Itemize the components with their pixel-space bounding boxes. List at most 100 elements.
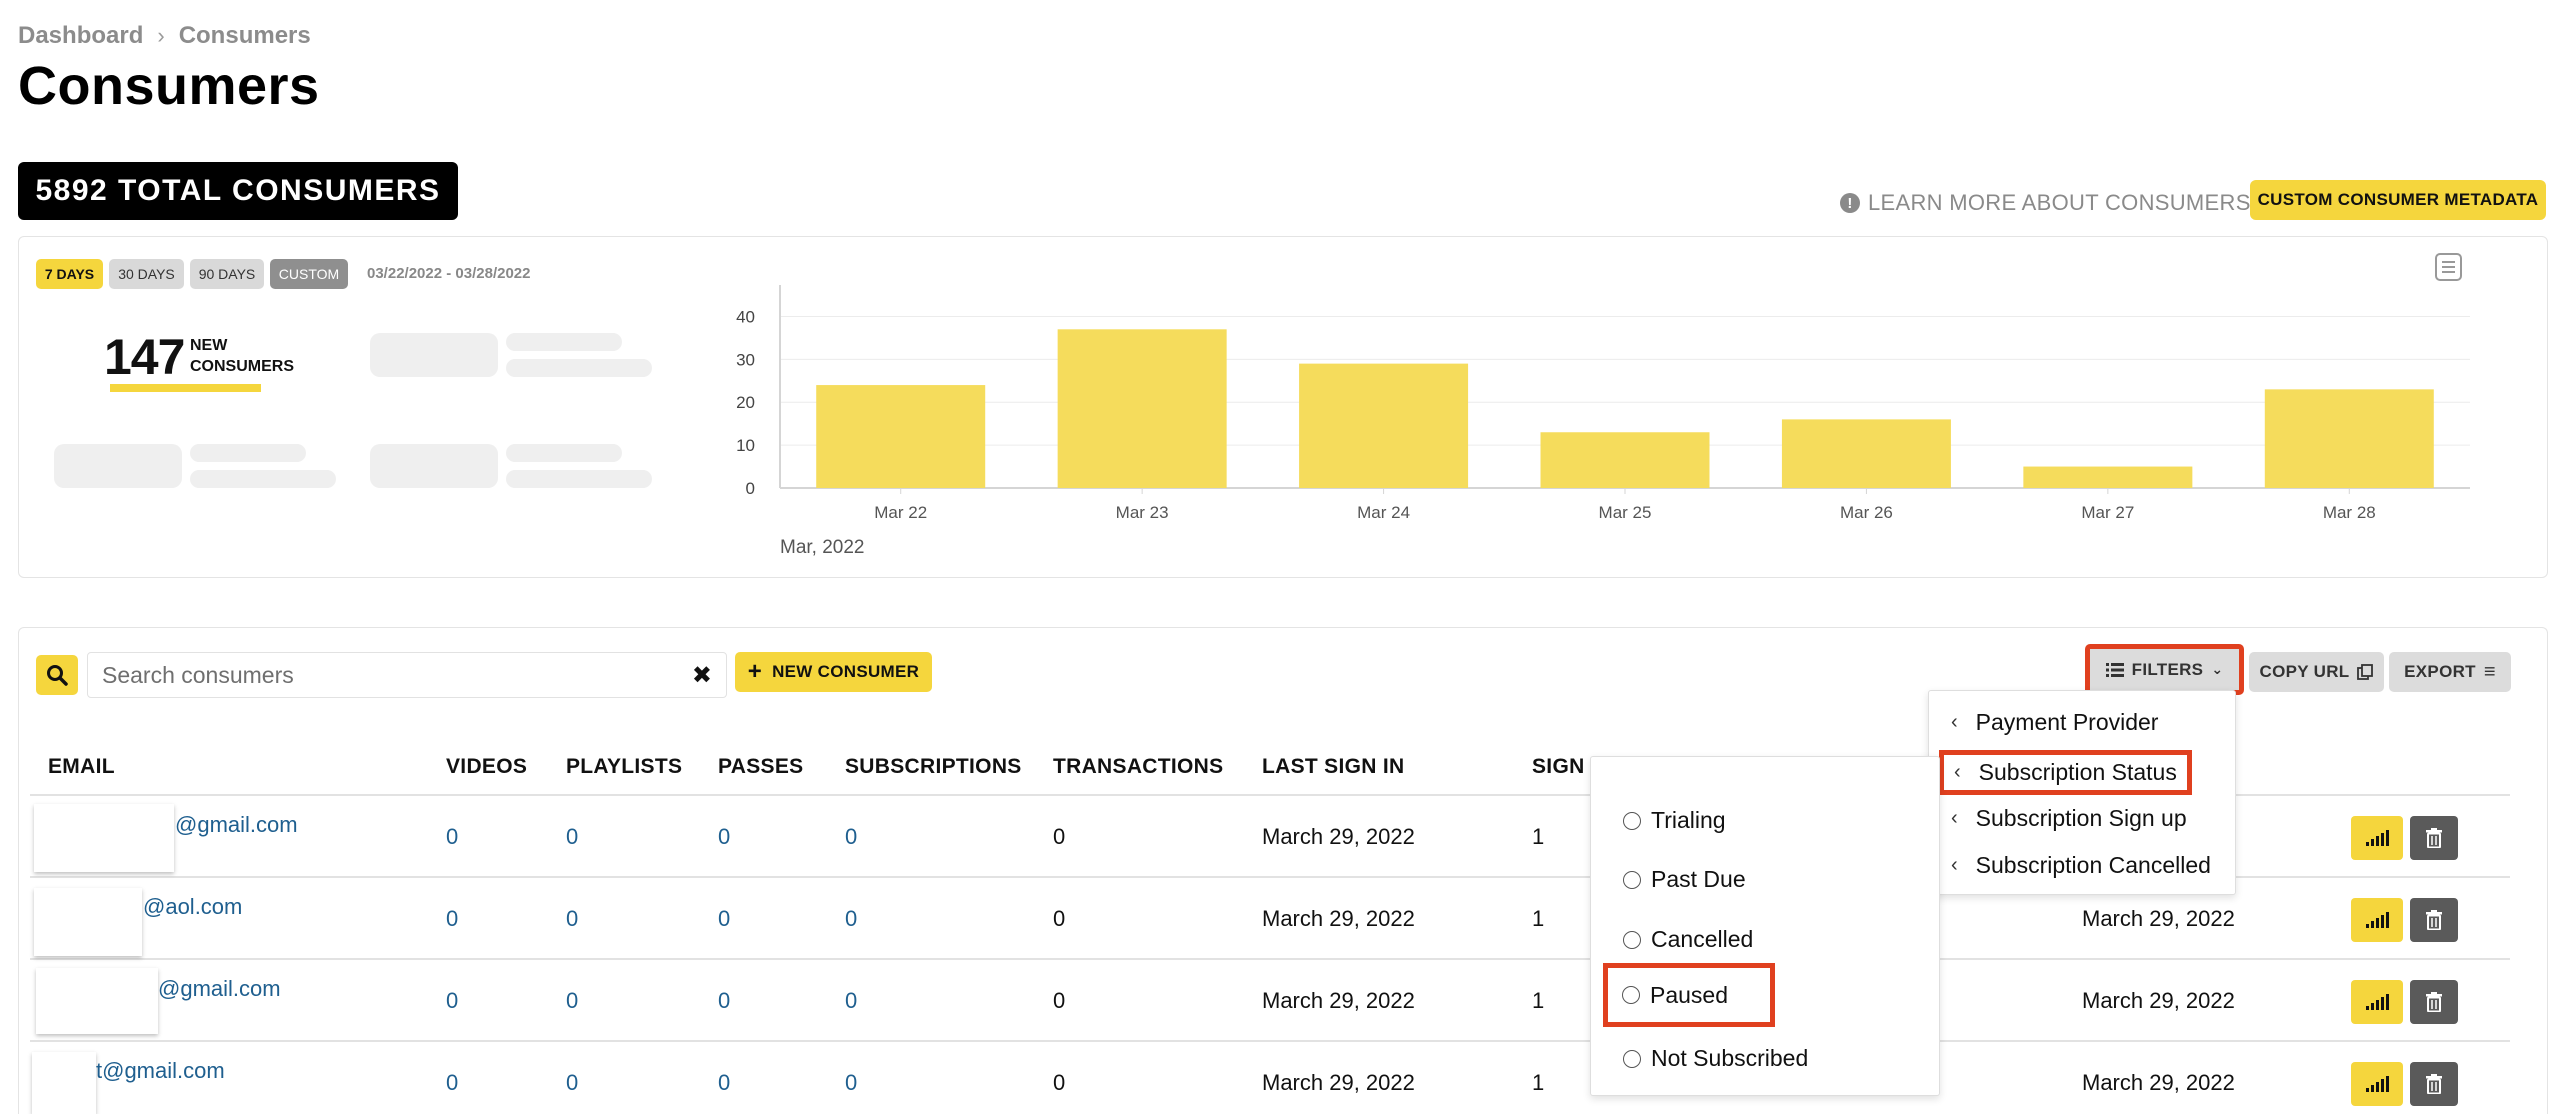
email-link[interactable]: @gmail.com — [158, 976, 281, 1002]
created-date: March 29, 2022 — [2082, 988, 2235, 1013]
analytics-button[interactable] — [2351, 898, 2403, 942]
range-90-days-button[interactable]: 90 DAYS — [190, 259, 264, 289]
status-option-label: Paused — [1650, 981, 1729, 1008]
column-header-last-sign-in[interactable]: LAST SIGN IN — [1262, 755, 1404, 779]
trash-icon — [2426, 828, 2442, 848]
last-sign-in: March 29, 2022 — [1262, 824, 1415, 849]
search-input[interactable] — [102, 661, 692, 689]
filter-subscription-status[interactable]: ‹ Subscription Status — [1939, 750, 2192, 795]
signal-icon — [2366, 1076, 2389, 1092]
subscriptions-count[interactable]: 0 — [845, 824, 857, 850]
filters-button[interactable]: FILTERS ⌄ — [2085, 644, 2244, 695]
bar — [1540, 432, 1710, 488]
delete-button[interactable] — [2410, 980, 2458, 1024]
trash-icon — [2426, 910, 2442, 930]
learn-more-link[interactable]: ! LEARN MORE ABOUT CONSUMERS — [1840, 190, 2251, 216]
radio-button[interactable] — [1622, 986, 1640, 1004]
filter-payment-provider[interactable]: ‹ Payment Provider — [1951, 709, 2158, 736]
x-tick-label: Mar 24 — [1357, 503, 1410, 522]
subscriptions-count[interactable]: 0 — [845, 988, 857, 1014]
passes-count[interactable]: 0 — [718, 988, 730, 1014]
filter-item-label: Subscription Status — [1978, 759, 2177, 785]
delete-button[interactable] — [2410, 898, 2458, 942]
bar — [1299, 363, 1469, 488]
filter-item-label: Subscription Sign up — [1975, 805, 2187, 831]
passes-count[interactable]: 0 — [718, 824, 730, 850]
delete-button[interactable] — [2410, 816, 2458, 860]
chart-menu-icon[interactable] — [2435, 253, 2462, 281]
email-link[interactable]: t@gmail.com — [96, 1058, 225, 1084]
new-consumer-button[interactable]: + NEW CONSUMER — [735, 652, 932, 692]
range-custom-button[interactable]: CUSTOM — [270, 259, 348, 289]
chart-svg: 0 10 20 30 40 Mar 22 Mar 23 Mar 24 Mar 25 Mar 26 M… — [736, 285, 2470, 558]
column-header-subscriptions[interactable]: SUBSCRIPTIONS — [845, 755, 1022, 779]
skeleton-block — [370, 333, 498, 377]
column-header-transactions[interactable]: TRANSACTIONS — [1053, 755, 1223, 779]
passes-count[interactable]: 0 — [718, 906, 730, 932]
status-option-trialing[interactable]: Trialing — [1623, 807, 1726, 834]
sign-count: 1 — [1532, 1070, 1545, 1095]
analytics-button[interactable] — [2351, 980, 2403, 1024]
playlists-count[interactable]: 0 — [566, 824, 578, 850]
status-option-paused[interactable]: Paused — [1603, 963, 1775, 1027]
skeleton-line — [506, 470, 652, 488]
column-header-email[interactable]: EMAIL — [48, 755, 115, 779]
playlists-count[interactable]: 0 — [566, 988, 578, 1014]
radio-button[interactable] — [1623, 811, 1641, 830]
copy-url-button[interactable]: COPY URL — [2249, 652, 2384, 692]
new-label-line1: NEW — [190, 337, 228, 354]
skeleton-block — [370, 444, 498, 488]
signal-icon — [2366, 830, 2389, 846]
playlists-count[interactable]: 0 — [566, 1070, 578, 1096]
videos-count[interactable]: 0 — [446, 906, 458, 932]
filter-subscription-cancelled[interactable]: ‹ Subscription Cancelled — [1951, 852, 2211, 879]
new-consumers-chart: 0 10 20 30 40 Mar 22 Mar 23 Mar 24 Mar 25 Mar 26 M… — [700, 285, 2480, 565]
range-30-days-button[interactable]: 30 DAYS — [109, 259, 184, 289]
radio-button[interactable] — [1623, 1049, 1641, 1068]
column-header-passes[interactable]: PASSES — [718, 755, 803, 779]
hamburger-icon: ≡ — [2483, 660, 2496, 683]
table-row[interactable]: @gmail.com 0 0 0 0 0 March 29, 2022 1 Ma… — [0, 960, 2566, 1040]
chevron-left-icon: ‹ — [1954, 761, 1961, 783]
x-tick-label: Mar 22 — [874, 503, 927, 522]
radio-button[interactable] — [1623, 930, 1641, 949]
export-button[interactable]: EXPORT ≡ — [2389, 652, 2511, 692]
transactions-count: 0 — [1053, 1070, 1066, 1095]
status-option-past-due[interactable]: Past Due — [1623, 866, 1746, 893]
delete-button[interactable] — [2410, 1062, 2458, 1106]
videos-count[interactable]: 0 — [446, 988, 458, 1014]
breadcrumb-dashboard[interactable]: Dashboard — [18, 22, 143, 50]
column-header-playlists[interactable]: PLAYLISTS — [566, 755, 682, 779]
clear-search-icon[interactable]: ✖ — [692, 661, 712, 690]
filter-subscription-sign-up[interactable]: ‹ Subscription Sign up — [1951, 805, 2187, 832]
chevron-left-icon: ‹ — [1951, 711, 1958, 733]
x-tick-label: Mar 25 — [1599, 503, 1652, 522]
subscription-status-menu: Trialing Past Due Cancelled Paused Not S… — [1590, 756, 1940, 1096]
videos-count[interactable]: 0 — [446, 824, 458, 850]
transactions-count: 0 — [1053, 824, 1066, 849]
email-link[interactable]: @aol.com — [143, 894, 242, 920]
total-consumers-badge: 5892 TOTAL CONSUMERS — [18, 162, 458, 220]
videos-count[interactable]: 0 — [446, 1070, 458, 1096]
status-option-not-subscribed[interactable]: Not Subscribed — [1623, 1045, 1808, 1072]
range-7-days-button[interactable]: 7 DAYS — [36, 259, 103, 289]
last-sign-in: March 29, 2022 — [1262, 1070, 1415, 1095]
last-sign-in: March 29, 2022 — [1262, 906, 1415, 931]
table-row[interactable]: t@gmail.com 0 0 0 0 0 March 29, 2022 1 M… — [0, 1042, 2566, 1114]
custom-metadata-button[interactable]: CUSTOM CONSUMER METADATA — [2250, 180, 2546, 220]
column-header-videos[interactable]: VIDEOS — [446, 755, 527, 779]
playlists-count[interactable]: 0 — [566, 906, 578, 932]
status-option-cancelled[interactable]: Cancelled — [1623, 926, 1753, 953]
column-header-sign-count[interactable]: SIGN — [1532, 755, 1585, 779]
filters-label: FILTERS — [2131, 659, 2204, 679]
analytics-button[interactable] — [2351, 816, 2403, 860]
page-title: Consumers — [18, 56, 320, 116]
email-link[interactable]: @gmail.com — [175, 812, 298, 838]
subscriptions-count[interactable]: 0 — [845, 906, 857, 932]
search-icon-button[interactable] — [36, 655, 78, 695]
passes-count[interactable]: 0 — [718, 1070, 730, 1096]
analytics-button[interactable] — [2351, 1062, 2403, 1106]
radio-button[interactable] — [1623, 870, 1641, 889]
x-tick-label: Mar 28 — [2323, 503, 2376, 522]
subscriptions-count[interactable]: 0 — [845, 1070, 857, 1096]
